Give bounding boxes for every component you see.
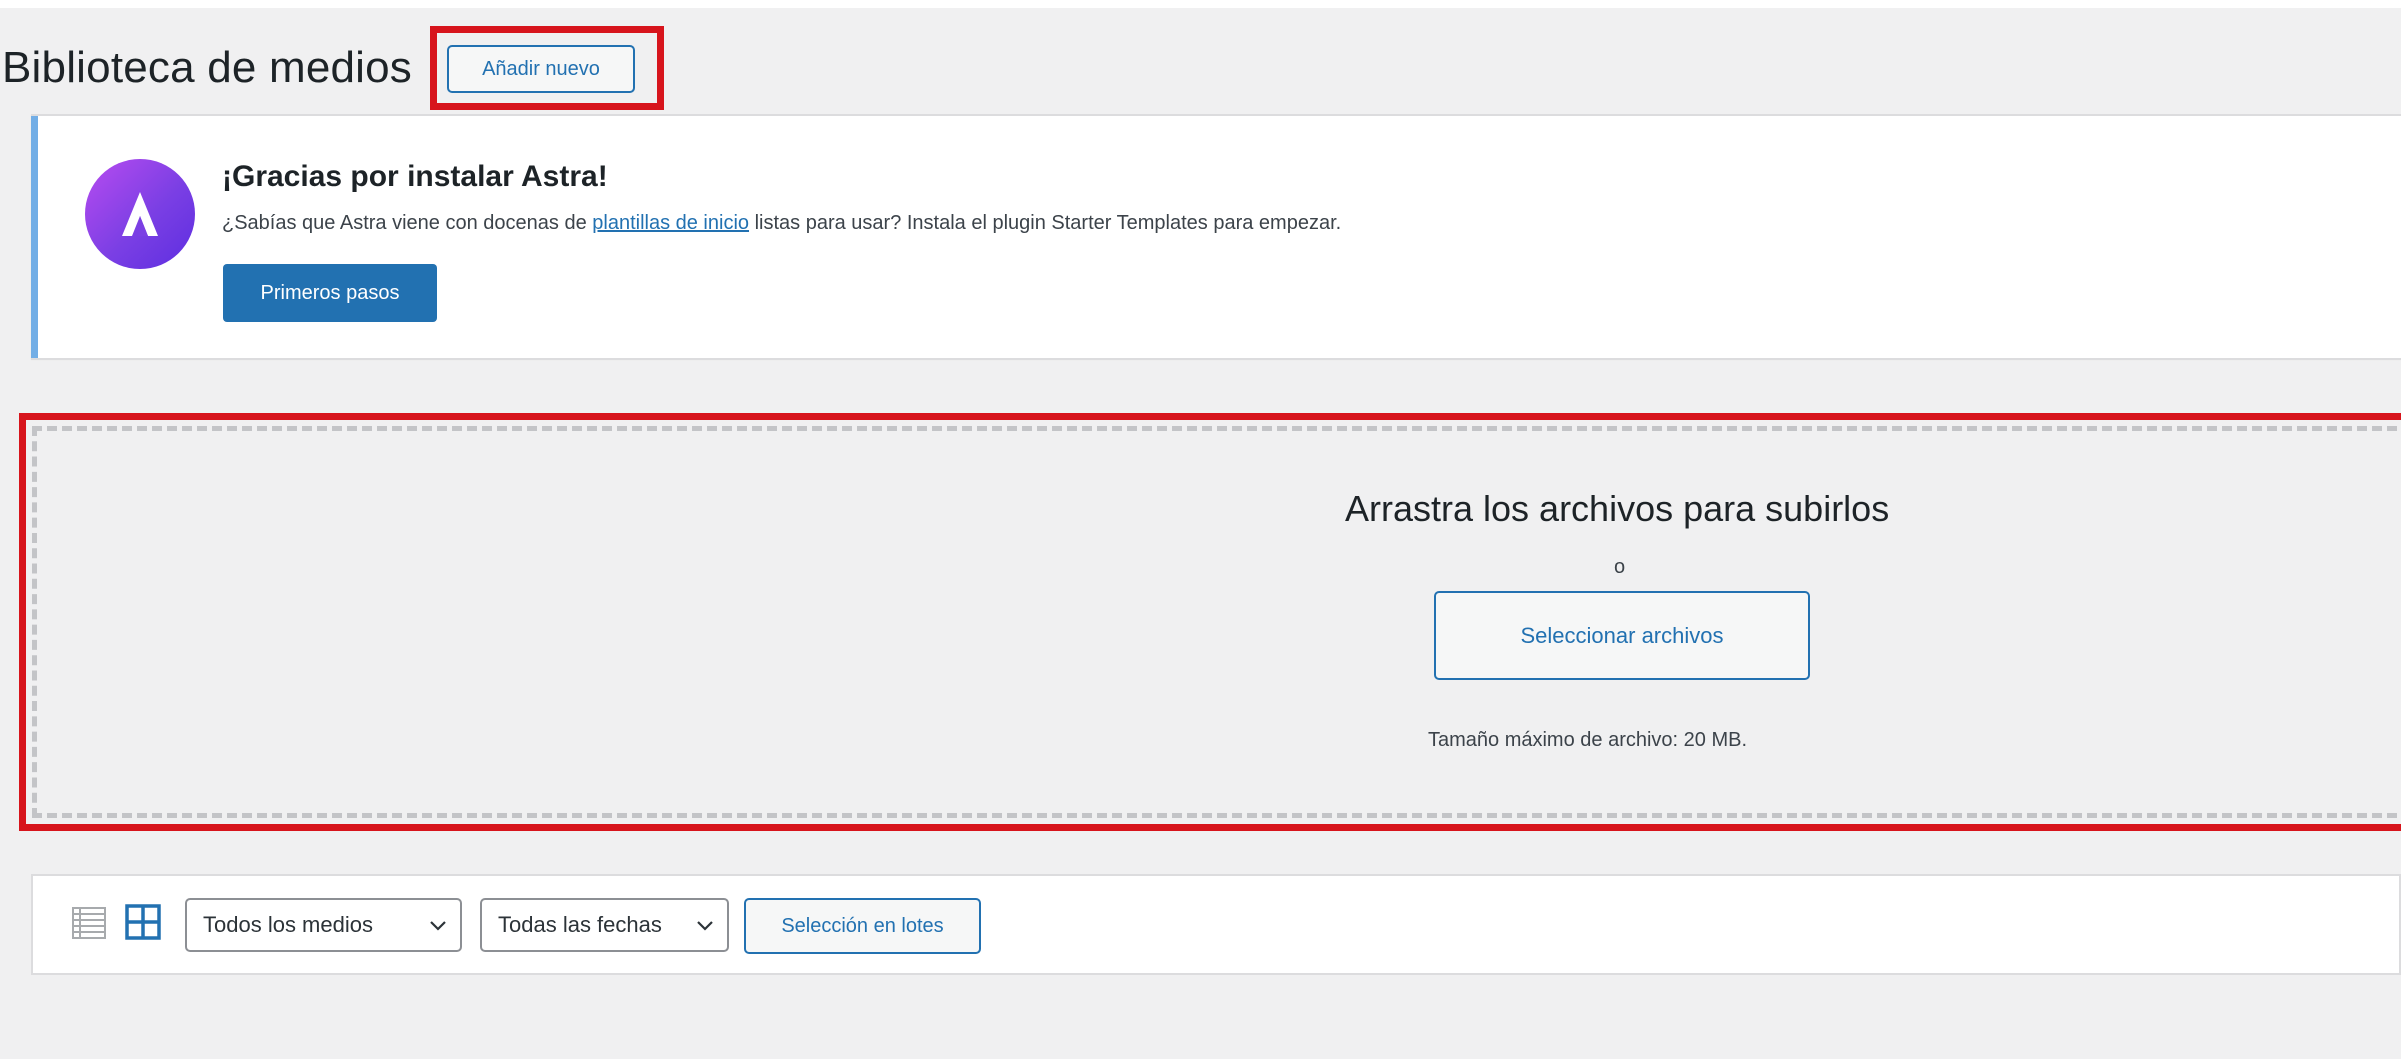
notice-title: ¡Gracias por instalar Astra! <box>222 160 608 193</box>
chevron-down-icon <box>430 921 446 931</box>
media-library-page: Biblioteca de medios Añadir nuevo ¡Graci… <box>0 8 2401 1059</box>
astra-notice: ¡Gracias por instalar Astra! ¿Sabías que… <box>31 114 2401 359</box>
page-header: Biblioteca de medios <box>0 38 412 98</box>
bulk-select-button[interactable]: Selección en lotes <box>744 898 981 954</box>
notice-text-after: listas para usar? Instala el plugin Star… <box>749 212 1342 234</box>
date-filter[interactable]: Todas las fechas <box>480 898 729 952</box>
add-new-button[interactable]: Añadir nuevo <box>447 45 635 93</box>
starter-templates-link[interactable]: plantillas de inicio <box>592 212 749 234</box>
drop-zone-or: o <box>1614 556 1626 578</box>
media-type-filter[interactable]: Todos los medios <box>185 898 462 952</box>
date-filter-value: Todas las fechas <box>498 912 662 937</box>
notice-text-before: ¿Sabías que Astra viene con docenas de <box>222 212 593 234</box>
grid-view-icon[interactable] <box>124 903 162 941</box>
astra-logo-icon <box>85 159 195 269</box>
get-started-button[interactable]: Primeros pasos <box>223 264 437 322</box>
media-toolbar: Todos los medios Todas las fechas Selecc… <box>31 874 2401 975</box>
page-title: Biblioteca de medios <box>2 43 413 92</box>
media-type-filter-value: Todos los medios <box>203 912 373 937</box>
list-view-icon[interactable] <box>71 905 107 941</box>
drop-zone-title: Arrastra los archivos para subirlos <box>1345 488 1890 529</box>
chevron-down-icon <box>697 921 713 931</box>
select-files-button[interactable]: Seleccionar archivos <box>1434 591 1810 680</box>
drop-zone[interactable] <box>32 426 2401 818</box>
max-upload-size: Tamaño máximo de archivo: 20 MB. <box>1428 729 1748 751</box>
notice-text: ¿Sabías que Astra viene con docenas de p… <box>222 212 1341 235</box>
